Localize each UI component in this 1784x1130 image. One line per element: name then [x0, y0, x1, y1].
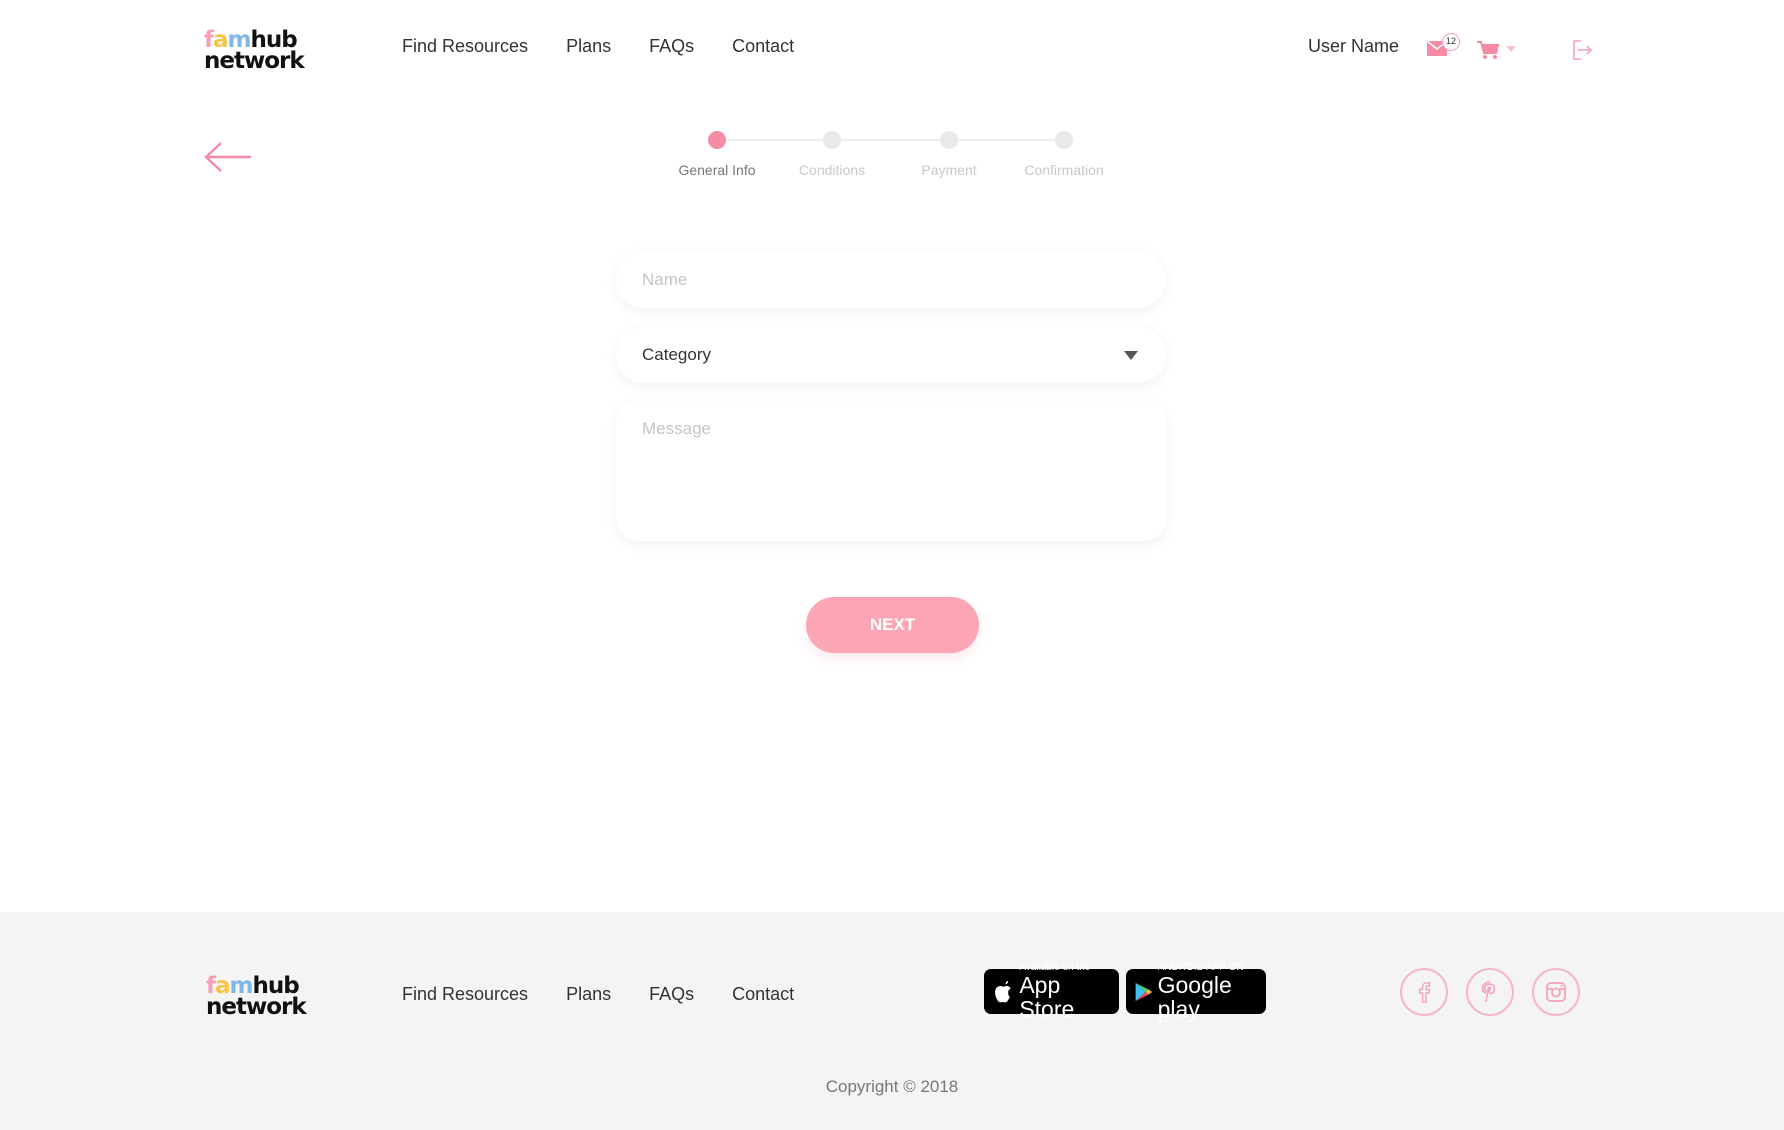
category-select-value: Category: [642, 345, 711, 364]
google-play-icon: [1135, 982, 1152, 1001]
facebook-icon: [1418, 982, 1431, 1003]
step-dot-confirmation: [1055, 131, 1073, 149]
pinterest-icon: [1481, 981, 1496, 1003]
next-button[interactable]: NEXT: [806, 597, 979, 653]
pinterest-button[interactable]: [1466, 968, 1514, 1016]
logo-network: network: [206, 994, 307, 1020]
step-label-general-info: General Info: [678, 162, 756, 178]
message-field: [616, 401, 1166, 541]
apple-icon: [995, 980, 1011, 1002]
nav-find-resources[interactable]: Find Resources: [402, 36, 528, 57]
footer-nav-plans[interactable]: Plans: [566, 984, 611, 1005]
copyright: Copyright © 2018: [825, 1077, 959, 1096]
footer-nav: Find Resources Plans FAQs Contact: [402, 984, 794, 1005]
footer-nav-find-resources[interactable]: Find Resources: [402, 984, 528, 1005]
instagram-button[interactable]: [1532, 968, 1580, 1016]
logo-network: network: [204, 48, 305, 74]
footer: famhub network Find Resources Plans FAQs…: [0, 912, 1784, 1130]
google-play-badge[interactable]: ANDROID APP ON Google play: [1126, 962, 1266, 1021]
step-label-conditions: Conditions: [798, 162, 866, 178]
message-textarea[interactable]: [642, 419, 1140, 523]
stepper-line: [717, 139, 1067, 141]
step-dot-conditions: [823, 131, 841, 149]
step-dot-payment: [940, 131, 958, 149]
app-store-big-text: App Store: [1019, 972, 1075, 1022]
instagram-icon: [1546, 982, 1566, 1002]
footer-nav-faqs[interactable]: FAQs: [649, 984, 694, 1005]
nav-plans[interactable]: Plans: [566, 36, 611, 57]
header-nav: Find Resources Plans FAQs Contact: [402, 36, 794, 57]
footer-logo[interactable]: famhub network: [206, 975, 307, 1020]
app-store-badge[interactable]: Available on the App Store: [984, 962, 1119, 1021]
progress-stepper: General Info Conditions Payment Confirma…: [660, 130, 1110, 190]
header-logo[interactable]: famhub network: [204, 29, 305, 74]
name-field: [616, 252, 1166, 308]
user-name[interactable]: User Name: [1308, 36, 1399, 57]
logout-icon[interactable]: [1570, 38, 1594, 62]
footer-nav-contact[interactable]: Contact: [732, 984, 794, 1005]
nav-faqs[interactable]: FAQs: [649, 36, 694, 57]
step-label-payment: Payment: [921, 162, 977, 178]
name-input[interactable]: [642, 270, 1140, 290]
category-select[interactable]: Category: [616, 327, 1166, 383]
cart-icon[interactable]: [1476, 40, 1500, 60]
cart-dropdown-caret[interactable]: [1506, 46, 1516, 52]
step-label-confirmation: Confirmation: [1024, 162, 1104, 178]
google-play-big-text: Google play: [1157, 972, 1232, 1022]
step-dot-general-info: [708, 131, 726, 149]
back-arrow-icon[interactable]: [203, 140, 253, 174]
caret-down-icon: [1124, 350, 1138, 360]
facebook-button[interactable]: [1400, 968, 1448, 1016]
user-area: User Name 12: [1308, 33, 1516, 59]
nav-contact[interactable]: Contact: [732, 36, 794, 57]
mail-badge: 12: [1442, 33, 1460, 51]
